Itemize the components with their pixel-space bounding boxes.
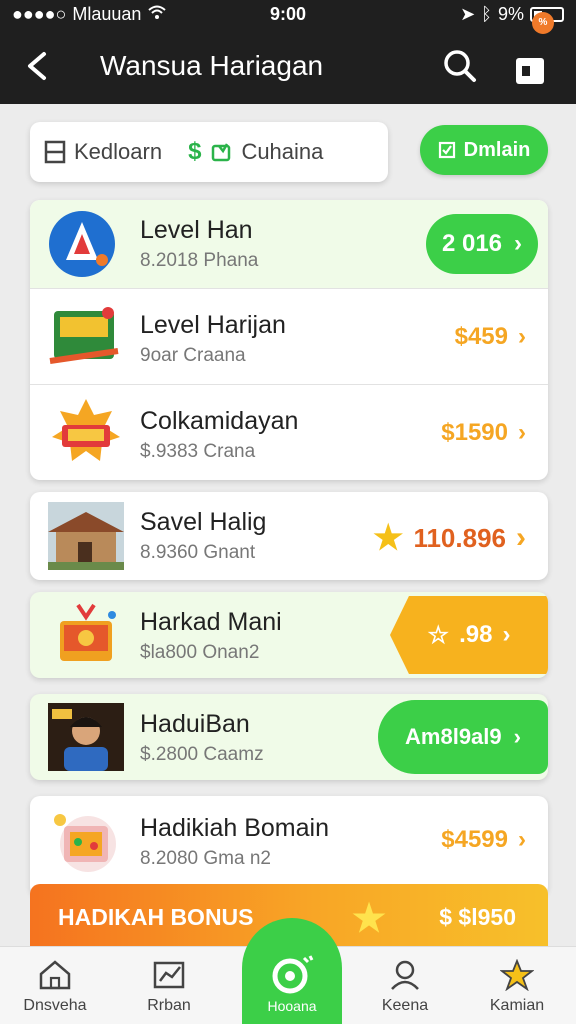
- tab-label: Dnsveha: [23, 997, 87, 1014]
- item-price-button[interactable]: ☆ .98 ›: [390, 596, 548, 674]
- star-icon: ★: [372, 519, 404, 557]
- item-subtitle: 8.2018 Phana: [140, 250, 259, 271]
- item-subtitle: $.2800 Caamz: [140, 744, 264, 765]
- app-bar: Wansua Hariagan: [0, 28, 576, 104]
- list-icon: [44, 140, 66, 164]
- item-name: Hadikiah Bomain: [140, 814, 329, 842]
- star-outline-icon: ☆: [427, 621, 450, 649]
- chevron-right-icon: ›: [514, 230, 523, 257]
- list-item[interactable]: HaduiBan $.2800 Caamz Am8l9al9 ›: [30, 694, 548, 780]
- chevron-right-icon: ›: [518, 826, 526, 853]
- notification-badge: %: [532, 12, 554, 34]
- items-card-1: Level Han 8.2018 Phana 2 016 › Level Har…: [30, 200, 548, 480]
- chevron-right-icon: ›: [513, 724, 521, 749]
- back-button[interactable]: [18, 46, 58, 86]
- item-price: 2 016: [441, 230, 503, 257]
- item-price: .98: [459, 621, 493, 648]
- item-price-button[interactable]: Am8l9al9 ›: [378, 700, 548, 774]
- item-subtitle: $la800 Onan2: [140, 642, 260, 663]
- wallet-icon: [212, 143, 231, 162]
- item-thumbnail: [48, 301, 124, 369]
- filter-left-label: Kedloarn: [74, 139, 163, 164]
- item-subtitle: 9oar Craana: [140, 345, 246, 366]
- tab-chart[interactable]: Rrban: [114, 955, 224, 1015]
- bonus-title: HADIKAH BONUS: [58, 904, 254, 930]
- list-item[interactable]: Harkad Mani $la800 Onan2 ☆ .98 ›: [30, 592, 548, 678]
- item-price-group[interactable]: ★ 110.896 ›: [373, 518, 526, 558]
- bonus-price: $ $l950: [439, 904, 516, 930]
- item-thumbnail: [48, 210, 124, 278]
- item-price-group[interactable]: $459 ›: [455, 323, 526, 351]
- item-price-button[interactable]: 2 016 ›: [426, 214, 538, 274]
- tab-center-active[interactable]: Hooana: [242, 918, 342, 1024]
- star-icon: [500, 959, 534, 991]
- tab-home[interactable]: Dnsveha: [0, 955, 110, 1015]
- item-name: Harkad Mani: [140, 608, 282, 636]
- list-item[interactable]: Savel Halig 8.9360 Gnant ★ 110.896 ›: [30, 492, 548, 580]
- item-price: $4599: [441, 826, 508, 853]
- list-item[interactable]: Level Harijan 9oar Craana $459 ›: [30, 288, 548, 384]
- chevron-right-icon: ›: [502, 621, 511, 648]
- list-item[interactable]: Level Han 8.2018 Phana 2 016 ›: [30, 200, 548, 288]
- filter-right-label: Cuhaina: [241, 139, 324, 164]
- location-icon: ➤: [460, 4, 476, 24]
- tab-label: Keena: [381, 997, 429, 1014]
- item-name: HaduiBan: [140, 710, 250, 738]
- tab-label: Kamian: [489, 997, 545, 1014]
- item-thumbnail: [48, 808, 124, 876]
- item-subtitle: $.9383 Crana: [140, 441, 256, 462]
- chevron-right-icon: ›: [516, 521, 526, 554]
- tab-label: Rrban: [147, 997, 191, 1014]
- filter-bar[interactable]: Kedloarn $ Cuhaina: [30, 122, 388, 182]
- item-price-group[interactable]: $1590 ›: [441, 419, 526, 447]
- item-price-group[interactable]: $4599 ›: [441, 826, 526, 854]
- gift-icon: [272, 955, 314, 994]
- item-price: 110.896: [413, 522, 506, 553]
- shopping-bag-icon: [516, 58, 544, 84]
- list-item[interactable]: Hadikiah Bomain 8.2080 Gma n2 $4599 ›: [30, 796, 548, 896]
- checkbox-icon: [438, 141, 455, 159]
- item-thumbnail: [48, 397, 124, 465]
- filter-button-label: Dmlain: [463, 138, 531, 161]
- item-price: Am8l9al9: [405, 724, 502, 749]
- item-name: Colkamidayan: [140, 407, 299, 435]
- item-thumbnail: [48, 703, 124, 771]
- item-name: Level Harijan: [140, 311, 286, 339]
- filter-button[interactable]: Dmlain: [420, 125, 548, 175]
- tab-favorites[interactable]: Kamian: [462, 955, 572, 1015]
- star-icon: ★: [352, 898, 387, 940]
- dollar-icon: $: [188, 138, 202, 165]
- list-item[interactable]: Colkamidayan $.9383 Crana $1590 ›: [30, 384, 548, 480]
- tab-profile[interactable]: Keena: [350, 955, 460, 1015]
- item-name: Savel Halig: [140, 508, 267, 536]
- cart-button[interactable]: [510, 44, 554, 88]
- home-icon: [39, 960, 71, 990]
- status-bar: ●●●●○ Mlauuan 9:00 ➤ ᛒ 9%: [0, 0, 576, 28]
- search-button[interactable]: [440, 46, 480, 86]
- item-thumbnail: [48, 601, 124, 669]
- tab-label: Hooana: [267, 998, 317, 1014]
- item-thumbnail: [48, 502, 124, 570]
- item-subtitle: 8.2080 Gma n2: [140, 848, 271, 869]
- page-title: Wansua Hariagan: [100, 50, 324, 81]
- item-price: $1590: [441, 419, 508, 446]
- item-subtitle: 8.9360 Gnant: [140, 542, 256, 563]
- chevron-right-icon: ›: [518, 419, 526, 446]
- battery-percent: 9%: [497, 4, 524, 24]
- chart-icon: [153, 961, 185, 989]
- user-icon: [391, 960, 419, 990]
- item-price: $459: [454, 323, 508, 350]
- chevron-left-icon: [28, 52, 46, 80]
- bluetooth-icon: ᛒ: [481, 4, 492, 24]
- chevron-right-icon: ›: [518, 323, 526, 350]
- search-icon: [444, 50, 476, 82]
- item-name: Level Han: [140, 216, 253, 244]
